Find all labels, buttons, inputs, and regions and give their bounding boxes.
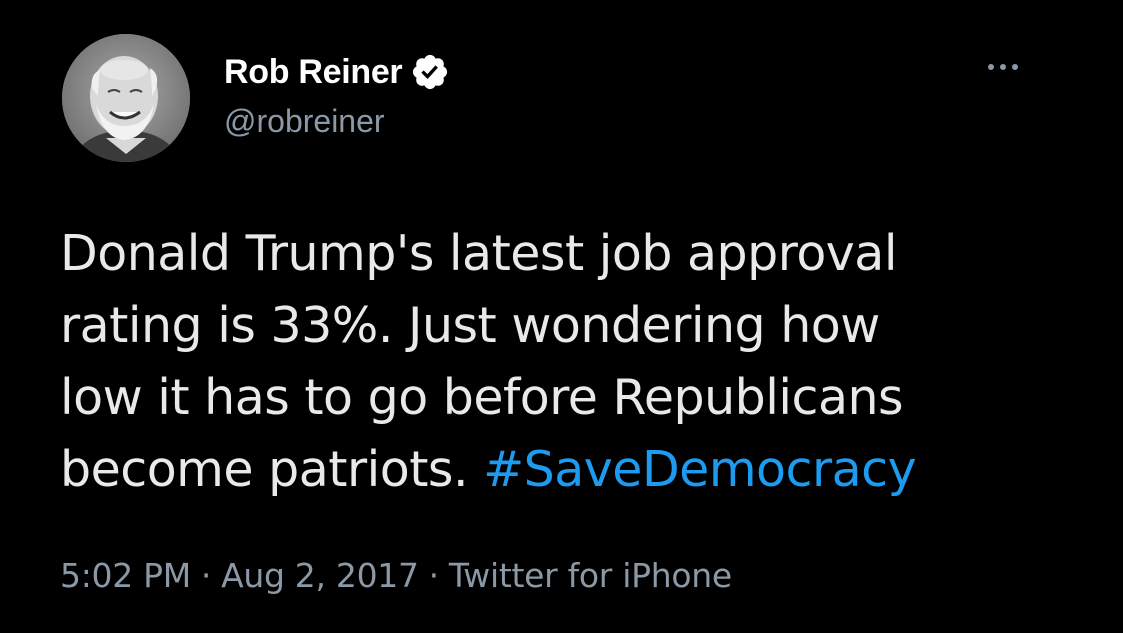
tweet-text-line: rating is 33%. Just wondering how bbox=[60, 297, 880, 354]
tweet-text-line: Donald Trump's latest job approval bbox=[60, 225, 897, 282]
avatar[interactable] bbox=[62, 34, 190, 162]
tweet-text-line: become patriots. bbox=[60, 441, 469, 498]
verified-badge-icon bbox=[410, 52, 450, 92]
hashtag-link[interactable]: #SaveDemocracy bbox=[483, 441, 916, 498]
author-handle[interactable]: @robreiner bbox=[224, 103, 385, 140]
separator: · bbox=[428, 556, 440, 595]
tweet-text-line: low it has to go before Republicans bbox=[60, 369, 904, 426]
tweet-date[interactable]: Aug 2, 2017 bbox=[221, 556, 419, 595]
avatar-image bbox=[62, 34, 190, 162]
separator: · bbox=[200, 556, 212, 595]
tweet-card: Rob Reiner @robreiner Donald Trump's lat… bbox=[0, 0, 1123, 633]
more-horizontal-icon bbox=[1000, 64, 1006, 70]
more-horizontal-icon bbox=[1012, 64, 1018, 70]
author-row: Rob Reiner bbox=[224, 48, 450, 96]
tweet-time[interactable]: 5:02 PM bbox=[60, 556, 191, 595]
tweet-source[interactable]: Twitter for iPhone bbox=[449, 556, 732, 595]
author-display-name[interactable]: Rob Reiner bbox=[224, 53, 403, 92]
tweet-metadata: 5:02 PM · Aug 2, 2017 · Twitter for iPhone bbox=[60, 556, 732, 595]
tweet-text: Donald Trump's latest job approval ratin… bbox=[60, 218, 1100, 506]
more-horizontal-icon bbox=[988, 64, 994, 70]
more-options-button[interactable] bbox=[978, 52, 1028, 82]
